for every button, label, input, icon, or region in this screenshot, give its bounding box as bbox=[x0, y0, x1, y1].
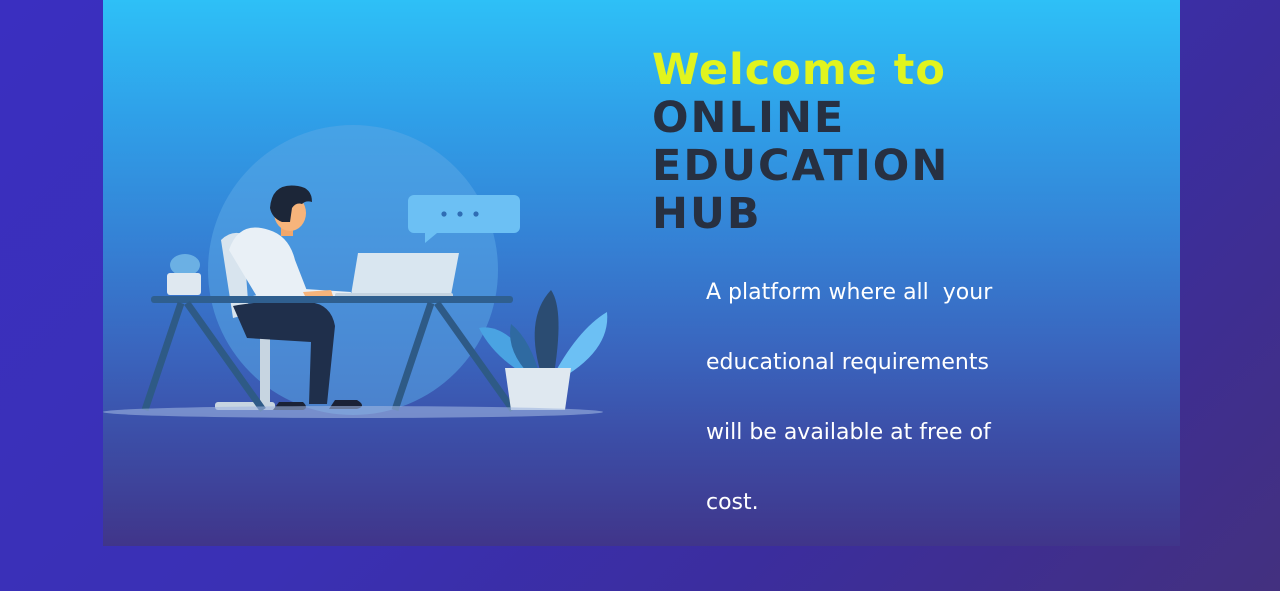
welcome-heading: Welcome to bbox=[652, 45, 946, 95]
floor-shadow bbox=[103, 406, 603, 418]
hero-banner: Welcome to ONLINE EDUCATION HUB A platfo… bbox=[103, 0, 1180, 546]
tagline-line-2: educational requirements bbox=[706, 350, 989, 375]
site-title-line-1: ONLINE bbox=[652, 93, 846, 143]
tagline-line-3: will be available at free of bbox=[706, 420, 991, 445]
person-at-laptop-illustration bbox=[103, 125, 608, 418]
site-title: ONLINE EDUCATION HUB bbox=[652, 94, 949, 238]
tagline: A platform where all your educational re… bbox=[706, 240, 1126, 546]
tagline-line-4: cost. bbox=[706, 490, 759, 515]
site-title-line-3: HUB bbox=[652, 189, 762, 239]
cactus-pot-icon bbox=[167, 254, 201, 295]
tagline-line-1: A platform where all your bbox=[706, 280, 993, 305]
site-title-line-2: EDUCATION bbox=[652, 141, 950, 191]
